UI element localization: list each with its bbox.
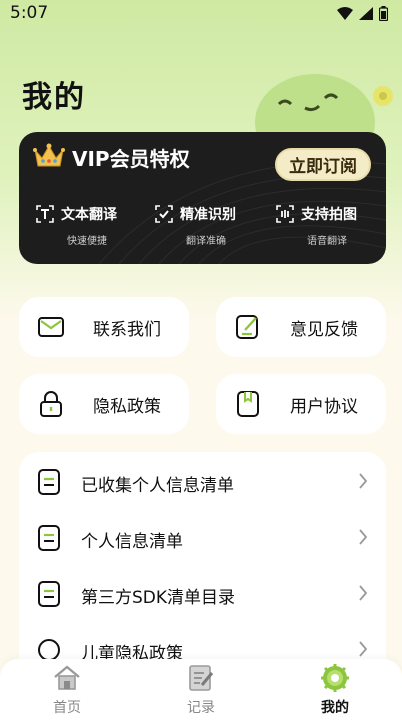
contact-us-button[interactable]: 联系我们 (19, 297, 189, 357)
vip-feature-precise-recognize: 精准识别 翻译准确 (154, 204, 236, 247)
user-agreement-button[interactable]: 用户协议 (216, 374, 386, 434)
document-icon (38, 469, 60, 495)
list-item-collected-info[interactable]: 已收集个人信息清单 (19, 454, 386, 510)
battery-icon (379, 5, 388, 21)
vip-card[interactable]: VIP会员特权 立即订阅 文本翻译 快速便捷 精准识别 翻译准确 支持拍图 语音… (19, 132, 386, 264)
bookmark-doc-icon (237, 391, 259, 417)
precise-recognize-icon (155, 205, 173, 223)
vip-title: VIP会员特权 (72, 147, 190, 171)
mascot-illustration (255, 74, 393, 140)
record-icon (189, 665, 214, 691)
status-time: 5:07 (10, 3, 49, 23)
tab-record[interactable]: 记录 (134, 659, 268, 721)
tab-label: 记录 (187, 700, 215, 716)
chevron-right-icon (359, 473, 368, 489)
vip-feature-sub: 语音翻译 (307, 236, 347, 247)
home-icon (54, 665, 80, 690)
settings-list: 已收集个人信息清单 个人信息清单 第三方SDK清单目录 儿童隐私政策 (19, 452, 386, 682)
mail-icon (38, 317, 64, 337)
tab-label: 我的 (321, 700, 349, 716)
vip-feature-camera-scan: 支持拍图 语音翻译 (275, 204, 357, 247)
list-item-third-party-sdk[interactable]: 第三方SDK清单目录 (19, 566, 386, 622)
tile-label: 隐私政策 (93, 397, 161, 417)
tab-home[interactable]: 首页 (0, 659, 134, 721)
feedback-button[interactable]: 意见反馈 (216, 297, 386, 357)
list-item-label: 第三方SDK清单目录 (81, 588, 236, 608)
vip-feature-text-translate: 文本翻译 快速便捷 (35, 204, 117, 247)
chevron-right-icon (359, 641, 368, 657)
list-item-personal-info[interactable]: 个人信息清单 (19, 510, 386, 566)
vip-feature-label: 支持拍图 (301, 207, 357, 223)
tile-label: 意见反馈 (290, 320, 358, 340)
document-icon (38, 525, 60, 551)
tile-label: 用户协议 (290, 397, 358, 417)
vip-feature-label: 精准识别 (180, 207, 236, 223)
chevron-right-icon (359, 585, 368, 601)
list-item-label: 个人信息清单 (81, 532, 183, 552)
vip-feature-label: 文本翻译 (61, 207, 117, 223)
lock-icon (40, 391, 62, 417)
page-title: 我的 (22, 80, 86, 115)
vip-feature-sub: 快速便捷 (67, 236, 107, 247)
tile-label: 联系我们 (93, 320, 161, 340)
feedback-icon (236, 315, 258, 339)
status-bar: 5:07 (0, 0, 402, 26)
bottom-tab-bar: 首页 记录 我的 (0, 659, 402, 721)
document-icon (38, 581, 60, 607)
vip-feature-sub: 翻译准确 (186, 236, 226, 247)
subscribe-button[interactable]: 立即订阅 (275, 148, 371, 181)
wifi-icon (337, 6, 353, 20)
signal-icon (359, 6, 373, 20)
profile-gear-icon (321, 664, 349, 692)
list-item-label: 已收集个人信息清单 (81, 476, 234, 496)
camera-scan-icon (276, 205, 294, 223)
tab-mine[interactable]: 我的 (268, 659, 402, 721)
crown-icon (33, 143, 65, 167)
text-translate-icon (36, 205, 54, 223)
privacy-policy-button[interactable]: 隐私政策 (19, 374, 189, 434)
tab-label: 首页 (53, 700, 81, 716)
chevron-right-icon (359, 529, 368, 545)
